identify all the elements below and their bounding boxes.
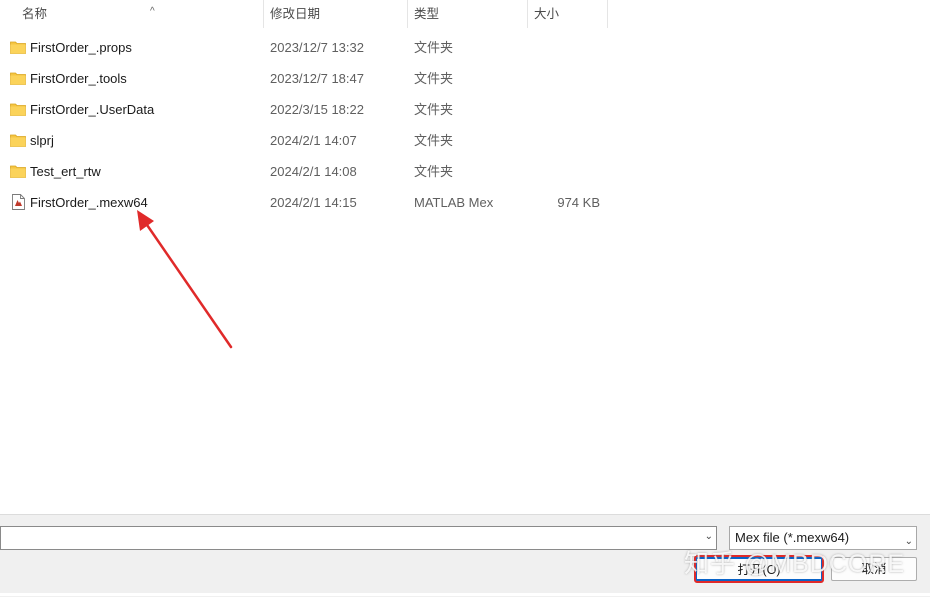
file-size [530, 63, 600, 94]
filetype-value: Mex file (*.mexw64) [735, 530, 850, 545]
file-type: 文件夹 [414, 102, 454, 117]
open-button-label: 打开(O) [737, 563, 781, 577]
open-button[interactable]: 打开(O) [695, 557, 823, 581]
folder-icon [10, 102, 26, 119]
file-name: FirstOrder_.props [30, 40, 132, 55]
file-size [530, 156, 600, 187]
file-type: 文件夹 [414, 164, 454, 179]
column-name-header[interactable]: 名称 ^ [16, 0, 264, 28]
file-size: 974 KB [557, 195, 600, 210]
file-row-props[interactable]: FirstOrder_.props 2023/12/7 13:32 文件夹 [0, 32, 610, 63]
folder-icon [10, 40, 26, 57]
column-type-label: 类型 [414, 7, 440, 21]
cancel-button[interactable]: 取消 [831, 557, 917, 581]
file-name: FirstOrder_.mexw64 [30, 195, 148, 210]
file-row-userdata[interactable]: FirstOrder_.UserData 2022/3/15 18:22 文件夹 [0, 94, 610, 125]
sort-ascending-icon: ^ [150, 6, 155, 17]
file-type: 文件夹 [414, 133, 454, 148]
file-row-mexw64[interactable]: FirstOrder_.mexw64 2024/2/1 14:15 MATLAB… [0, 187, 610, 218]
file-name: Test_ert_rtw [30, 164, 101, 179]
file-date: 2024/2/1 14:07 [270, 133, 357, 148]
column-date-label: 修改日期 [270, 7, 321, 21]
file-size [530, 32, 600, 63]
cancel-button-label: 取消 [861, 562, 887, 576]
column-type-header[interactable]: 类型 [408, 0, 528, 28]
column-size-label: 大小 [534, 7, 560, 21]
file-type: 文件夹 [414, 71, 454, 86]
file-type: 文件夹 [414, 40, 454, 55]
file-row-test-ert-rtw[interactable]: Test_ert_rtw 2024/2/1 14:08 文件夹 [0, 156, 610, 187]
file-date: 2024/2/1 14:15 [270, 195, 357, 210]
file-type: MATLAB Mex [414, 195, 494, 210]
mex-file-icon [12, 194, 25, 213]
folder-icon [10, 164, 26, 181]
file-date: 2024/2/1 14:08 [270, 164, 357, 179]
file-row-tools[interactable]: FirstOrder_.tools 2023/12/7 18:47 文件夹 [0, 63, 610, 94]
folder-icon [10, 133, 26, 150]
file-name: slprj [30, 133, 54, 148]
column-date-header[interactable]: 修改日期 [264, 0, 408, 28]
file-date: 2022/3/15 18:22 [270, 102, 364, 117]
column-size-header[interactable]: 大小 [528, 0, 608, 28]
column-header: 名称 ^ 修改日期 类型 大小 [0, 0, 930, 28]
file-row-slprj[interactable]: slprj 2024/2/1 14:07 文件夹 [0, 125, 610, 156]
filename-combobox[interactable]: ⌄ [0, 526, 717, 550]
file-size [530, 94, 600, 125]
column-name-label: 名称 [22, 7, 48, 21]
file-size [530, 125, 600, 156]
filetype-select[interactable]: Mex file (*.mexw64) ⌄ [729, 526, 917, 550]
chevron-down-icon[interactable]: ⌄ [905, 531, 913, 553]
folder-icon [10, 71, 26, 88]
file-name: FirstOrder_.tools [30, 71, 127, 86]
file-date: 2023/12/7 18:47 [270, 71, 364, 86]
chevron-down-icon[interactable]: ⌄ [705, 531, 713, 542]
file-name: FirstOrder_.UserData [30, 102, 155, 117]
file-date: 2023/12/7 13:32 [270, 40, 364, 55]
